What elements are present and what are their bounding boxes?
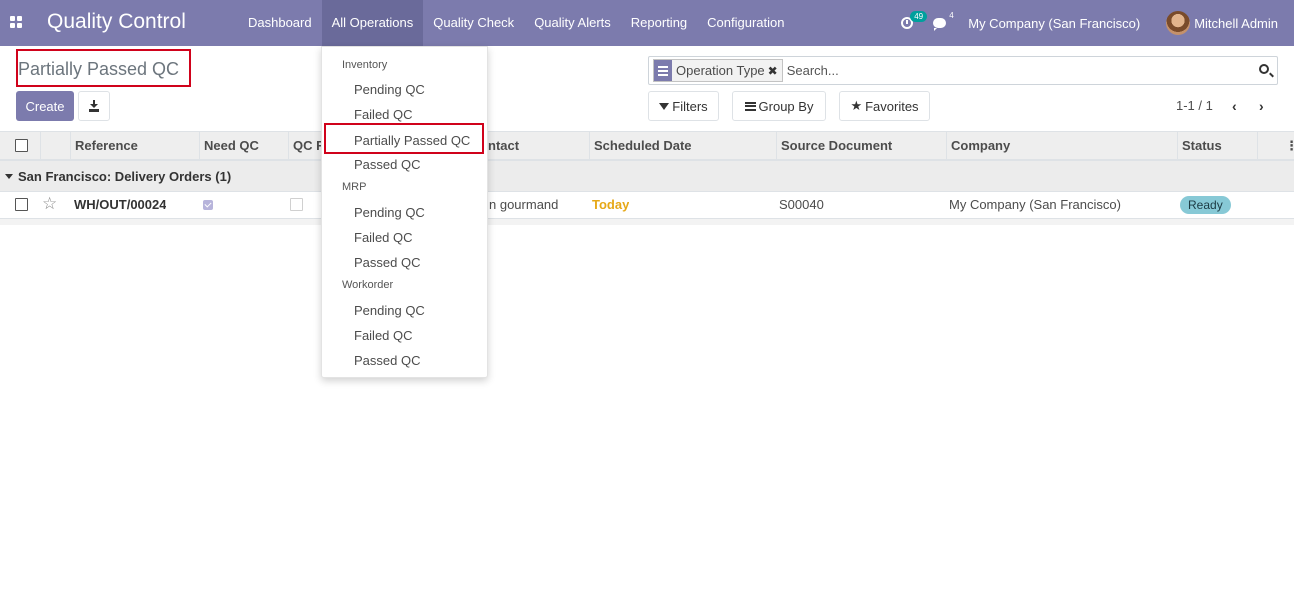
list-footer xyxy=(0,219,1294,225)
vertical-dots-icon: ⋮ xyxy=(1285,132,1294,160)
column-header-need-qc[interactable]: Need QC xyxy=(199,132,288,160)
menu-dashboard[interactable]: Dashboard xyxy=(238,0,322,46)
dropdown-item-inventory-passed-qc[interactable]: Passed QC xyxy=(354,157,420,172)
dropdown-item-inventory-pending-qc[interactable]: Pending QC xyxy=(354,82,425,97)
search-input[interactable] xyxy=(786,63,1227,78)
list-header: Reference Need QC QC F ntact Scheduled D… xyxy=(0,131,1294,161)
top-navbar: Quality Control Dashboard All Operations… xyxy=(0,0,1294,46)
dropdown-header-mrp: MRP xyxy=(342,181,367,193)
chevron-left-icon[interactable]: ‹ xyxy=(1232,98,1242,114)
dropdown-item-workorder-pending-qc[interactable]: Pending QC xyxy=(354,303,425,318)
user-menu[interactable]: Mitchell Admin xyxy=(1166,11,1278,35)
dropdown-header-workorder: Workorder xyxy=(342,279,394,291)
create-button[interactable]: Create xyxy=(16,91,74,121)
dropdown-item-mrp-failed-qc[interactable]: Failed QC xyxy=(354,230,413,245)
apps-grid-icon[interactable] xyxy=(10,16,22,28)
messages-menu[interactable]: 4 xyxy=(933,11,954,31)
column-header-qc-fail[interactable]: QC F xyxy=(288,132,322,160)
chevron-right-icon[interactable]: › xyxy=(1259,98,1269,114)
group-by-button[interactable]: Group By xyxy=(732,91,826,121)
dropdown-item-mrp-pending-qc[interactable]: Pending QC xyxy=(354,205,425,220)
download-icon xyxy=(89,100,99,112)
menu-all-operations[interactable]: All Operations xyxy=(321,0,424,46)
menu-reporting[interactable]: Reporting xyxy=(621,0,697,46)
company-switcher[interactable]: My Company (San Francisco) xyxy=(968,16,1140,31)
dropdown-header-inventory: Inventory xyxy=(342,59,388,71)
facet-label: Operation Type xyxy=(676,63,765,78)
search-facet: Operation Type ✖ xyxy=(653,59,783,82)
activities-menu[interactable]: 49 xyxy=(901,11,928,29)
activities-badge: 49 xyxy=(910,11,928,22)
dropdown-item-workorder-failed-qc[interactable]: Failed QC xyxy=(354,328,413,343)
close-icon[interactable]: ✖ xyxy=(768,64,782,78)
star-outline-icon[interactable]: ☆ xyxy=(42,194,57,214)
need-qc-checkbox xyxy=(203,200,213,210)
filters-button[interactable]: Filters xyxy=(648,91,719,121)
group-label: San Francisco: Delivery Orders (1) xyxy=(18,169,232,184)
search-bar: Operation Type ✖ xyxy=(648,56,1278,85)
pager-value[interactable]: 1-1 / 1 xyxy=(1176,98,1213,113)
dropdown-item-workorder-passed-qc[interactable]: Passed QC xyxy=(354,353,420,368)
app-brand[interactable]: Quality Control xyxy=(47,10,186,34)
page-title: Partially Passed QC xyxy=(16,49,191,87)
column-options[interactable]: ⋮ xyxy=(1257,132,1294,160)
caret-down-icon xyxy=(5,174,13,179)
cell-source-document: S00040 xyxy=(779,197,824,212)
column-header-scheduled-date[interactable]: Scheduled Date xyxy=(589,132,776,160)
favorites-label: Favorites xyxy=(865,98,919,114)
favorites-button[interactable]: ★ Favorites xyxy=(839,91,930,121)
cell-company: My Company (San Francisco) xyxy=(949,197,1121,212)
menu-configuration[interactable]: Configuration xyxy=(697,0,794,46)
dropdown-item-inventory-partially-passed-qc[interactable]: Partially Passed QC xyxy=(324,123,484,154)
export-button[interactable] xyxy=(78,91,110,121)
column-header-source-document[interactable]: Source Document xyxy=(776,132,946,160)
main-menu: Dashboard All Operations Quality Check Q… xyxy=(238,0,794,46)
cell-contact: n gourmand xyxy=(489,197,559,212)
column-header-company[interactable]: Company xyxy=(946,132,1177,160)
search-icon[interactable] xyxy=(1259,64,1269,74)
row-checkbox[interactable] xyxy=(15,198,28,211)
menu-quality-check[interactable]: Quality Check xyxy=(423,0,524,46)
column-header-reference[interactable]: Reference xyxy=(70,132,199,160)
systray: 49 4 My Company (San Francisco) Mitchell… xyxy=(901,0,1294,46)
user-name: Mitchell Admin xyxy=(1194,15,1278,31)
list-icon xyxy=(654,60,672,81)
messages-badge: 4 xyxy=(949,11,954,20)
group-row[interactable]: San Francisco: Delivery Orders (1) xyxy=(0,161,1294,192)
cell-scheduled-date: Today xyxy=(592,197,630,212)
bars-icon xyxy=(744,101,756,111)
table-row[interactable]: ☆ WH/OUT/00024 n gourmand Today S00040 M… xyxy=(0,192,1294,219)
column-header-blank xyxy=(40,132,70,160)
dropdown-item-inventory-failed-qc[interactable]: Failed QC xyxy=(354,107,413,122)
column-header-contact[interactable]: ntact xyxy=(488,132,589,160)
star-icon: ★ xyxy=(850,98,863,113)
filters-label: Filters xyxy=(672,98,708,114)
menu-quality-alerts[interactable]: Quality Alerts xyxy=(524,0,621,46)
qc-fail-checkbox xyxy=(290,198,303,211)
select-all-checkbox[interactable] xyxy=(15,139,28,152)
column-header-status[interactable]: Status xyxy=(1177,132,1257,160)
dropdown-item-mrp-passed-qc[interactable]: Passed QC xyxy=(354,255,420,270)
avatar xyxy=(1166,11,1191,35)
group-by-label: Group By xyxy=(758,98,814,114)
all-operations-dropdown: Inventory Pending QC Failed QC Partially… xyxy=(321,46,488,378)
status-badge: Ready xyxy=(1180,196,1231,214)
cell-reference: WH/OUT/00024 xyxy=(74,197,167,212)
chat-icon xyxy=(933,18,947,31)
filter-icon xyxy=(659,102,670,110)
